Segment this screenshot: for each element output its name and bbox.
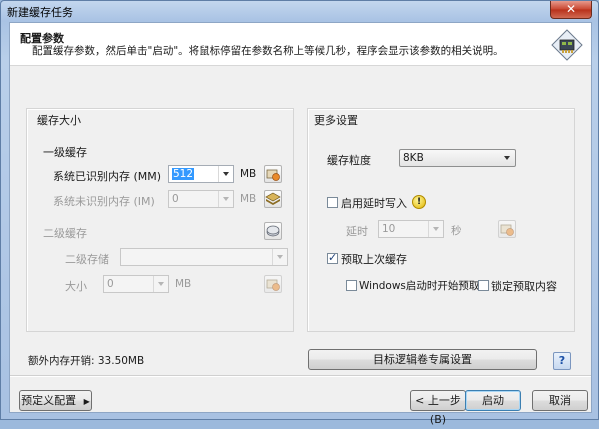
chevron-down-icon[interactable] <box>153 276 168 292</box>
unrecognized-memory-input[interactable]: 0 <box>168 190 234 208</box>
info-icon[interactable]: ! <box>412 195 426 209</box>
prefetch-on-boot-checkbox[interactable] <box>346 280 357 291</box>
delay-info-button[interactable] <box>498 220 516 238</box>
lock-prefetch-checkbox[interactable] <box>478 280 489 291</box>
chevron-down-icon[interactable] <box>428 221 443 237</box>
memory-settings-button[interactable] <box>264 190 282 208</box>
delayed-write-checkbox[interactable] <box>327 197 338 208</box>
dialog-window: 新建缓存任务 ✕ 配置参数 配置缓存参数，然后单击"启动"。将鼠标停留在参数名称… <box>0 0 599 426</box>
recognized-memory-label: 系统已识别内存 (MM) <box>53 170 162 183</box>
level2-storage-select[interactable] <box>120 248 288 266</box>
prefetch-checkbox[interactable] <box>327 251 338 264</box>
more-settings-title: 更多设置 <box>314 114 358 127</box>
start-button[interactable]: 启动 <box>465 390 521 411</box>
level2-storage-label: 二级存储 <box>65 253 109 266</box>
granularity-select[interactable]: 8KB <box>399 149 516 167</box>
lock-prefetch-label: 锁定预取内容 <box>491 280 557 293</box>
level1-title: 一级缓存 <box>43 146 87 159</box>
target-volume-settings-button[interactable]: 目标逻辑卷专属设置 <box>308 349 537 370</box>
recognized-memory-unit: MB <box>240 168 257 180</box>
dialog-client: 配置参数 配置缓存参数，然后单击"启动"。将鼠标停留在参数名称上等候几秒，程序会… <box>9 22 592 426</box>
memory-icon <box>266 169 280 181</box>
unrecognized-memory-label: 系统未识别内存 (IM) <box>53 195 155 208</box>
level2-size-info-button[interactable] <box>264 275 282 293</box>
disk-icon <box>266 225 280 237</box>
level2-size-label: 大小 <box>65 280 87 293</box>
preset-config-button[interactable]: 预定义配置 ▶ <box>19 390 92 411</box>
cancel-button[interactable]: 取消 <box>532 390 588 411</box>
chevron-down-icon[interactable] <box>500 150 515 166</box>
memory-chip-icon <box>551 29 583 61</box>
extra-memory-text: 额外内存开销: 33.50MB <box>28 355 145 367</box>
title-bar[interactable]: 新建缓存任务 ✕ <box>1 1 598 21</box>
memory-stack-icon <box>265 192 281 205</box>
delayed-write-label: 启用延时写入 <box>341 197 407 210</box>
window-title: 新建缓存任务 <box>7 6 73 19</box>
content-area: 缓存大小 一级缓存 系统已识别内存 (MM) 512 MB 系统未识别内存 (I… <box>10 68 591 370</box>
level2-size-input[interactable]: 0 <box>103 275 169 293</box>
memory-icon <box>266 279 280 291</box>
recognized-memory-input[interactable]: 512 <box>168 165 234 183</box>
delay-unit: 秒 <box>451 225 462 237</box>
level2-size-unit: MB <box>175 278 192 290</box>
wizard-header: 配置参数 配置缓存参数，然后单击"启动"。将鼠标停留在参数名称上等候几秒，程序会… <box>10 23 591 66</box>
granularity-label: 缓存粒度 <box>327 154 371 167</box>
memory-icon <box>500 224 514 236</box>
prefetch-label: 预取上次缓存 <box>341 253 407 266</box>
level2-device-button[interactable] <box>264 222 282 240</box>
back-button[interactable]: < 上一步(B) <box>410 390 466 426</box>
help-button[interactable]: ? <box>553 352 571 370</box>
prefetch-on-boot-label: Windows启动时开始预取 <box>359 280 480 292</box>
delay-input[interactable]: 10 <box>378 220 444 238</box>
chevron-right-icon: ▶ <box>83 397 90 406</box>
close-button[interactable]: ✕ <box>550 1 592 19</box>
footer-divider <box>10 375 591 376</box>
chevron-down-icon[interactable] <box>218 191 233 207</box>
header-description: 配置缓存参数，然后单击"启动"。将鼠标停留在参数名称上等候几秒，程序会显示该参数… <box>32 45 504 57</box>
unrecognized-memory-unit: MB <box>240 193 257 205</box>
chevron-down-icon[interactable] <box>218 166 233 182</box>
chevron-down-icon[interactable] <box>272 249 287 265</box>
delay-label: 延时 <box>346 225 368 238</box>
cache-size-panel: 缓存大小 一级缓存 系统已识别内存 (MM) 512 MB 系统未识别内存 (I… <box>26 108 294 332</box>
more-settings-panel: 更多设置 缓存粒度 8KB 启用延时写入 ! 延时 10 秒 ✓ 预取上次缓存 … <box>307 108 575 332</box>
cache-size-title: 缓存大小 <box>37 114 81 127</box>
level2-title: 二级缓存 <box>43 227 87 240</box>
memory-info-button[interactable] <box>264 165 282 183</box>
